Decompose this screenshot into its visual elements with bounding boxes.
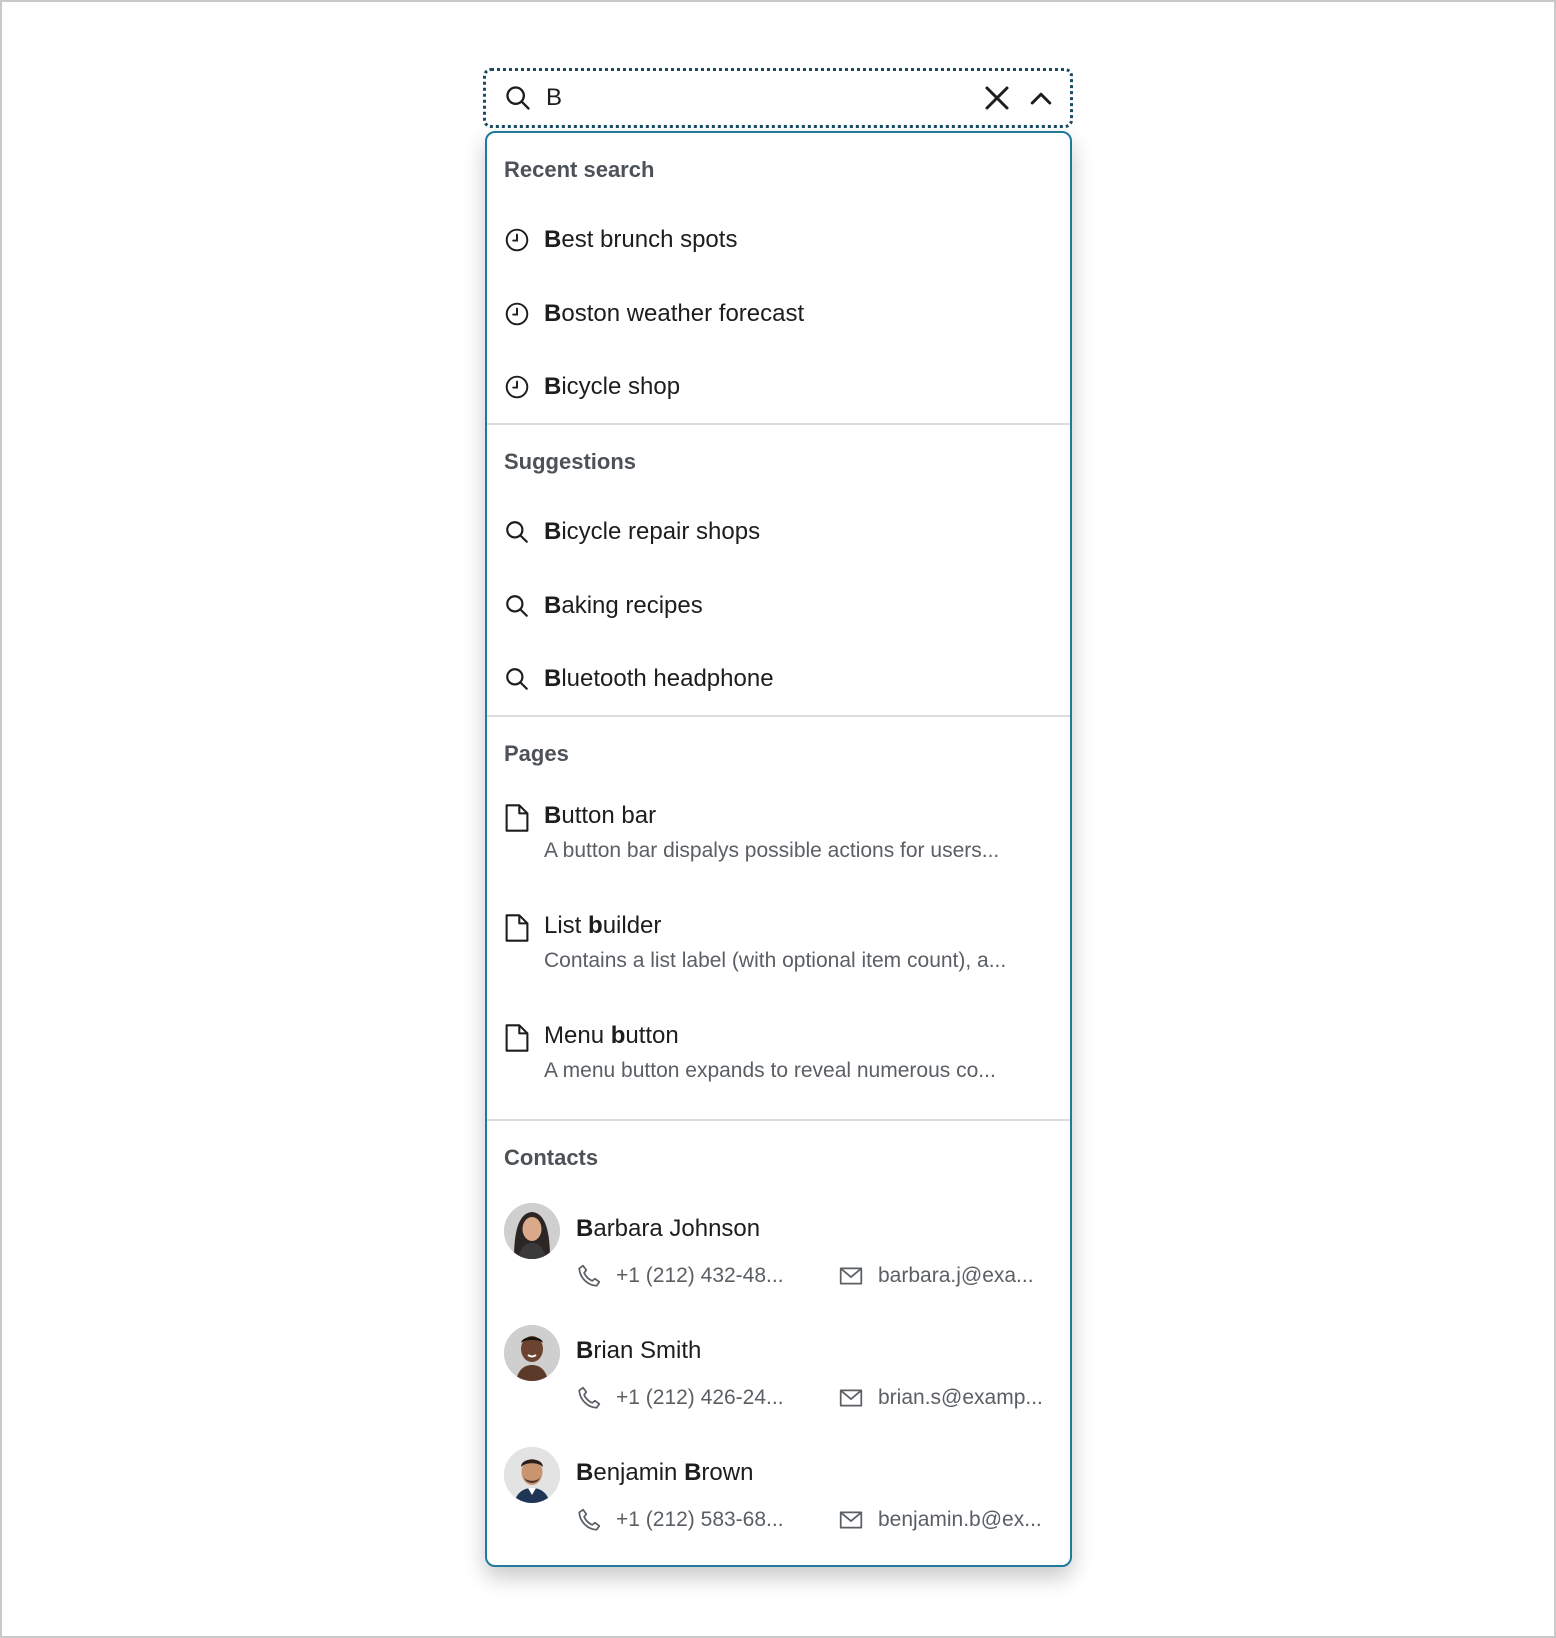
recent-search-item[interactable]: Best brunch spots — [487, 203, 1070, 277]
search-icon — [506, 521, 528, 543]
page-description: Contains a list label (with optional ite… — [544, 949, 1007, 972]
search-icon — [506, 86, 530, 110]
mail-icon — [839, 1389, 863, 1407]
search-dropdown: Recent search Best brunch spots Boston w… — [485, 131, 1072, 1567]
contacts-section: Contacts Barbara Johnson +1 (212) 432-48… — [487, 1121, 1070, 1565]
search-icon — [506, 668, 528, 690]
clock-icon — [505, 302, 529, 326]
page-result-item[interactable]: Button bar A button bar dispalys possibl… — [487, 787, 1070, 897]
phone-icon — [578, 1264, 601, 1287]
section-heading: Suggestions — [504, 449, 637, 474]
search-icon — [506, 595, 528, 617]
mail-icon — [839, 1267, 863, 1285]
page-result-item[interactable]: List builder Contains a list label (with… — [487, 897, 1070, 1007]
contact-item[interactable]: Brian Smith +1 (212) 426-24... brian.s@e… — [487, 1321, 1070, 1443]
contact-email: benjamin.b@ex... — [878, 1508, 1042, 1531]
contact-email: brian.s@examp... — [878, 1386, 1043, 1409]
item-label: Baking recipes — [544, 592, 703, 619]
contact-item[interactable]: Barbara Johnson +1 (212) 432-48... barba… — [487, 1199, 1070, 1321]
avatar — [504, 1325, 560, 1381]
contact-name: Barbara Johnson — [576, 1215, 761, 1242]
collapse-button[interactable] — [1026, 83, 1056, 113]
phone-icon — [578, 1386, 601, 1409]
contact-email: barbara.j@exa... — [878, 1264, 1034, 1287]
section-heading: Pages — [504, 741, 569, 766]
chevron-up-icon — [1030, 92, 1052, 105]
close-icon — [985, 86, 1009, 110]
search-input[interactable]: B — [546, 86, 982, 110]
contact-phone: +1 (212) 432-48... — [616, 1264, 784, 1287]
recent-search-item[interactable]: Bicycle shop — [487, 351, 1070, 423]
recent-search-item[interactable]: Boston weather forecast — [487, 277, 1070, 351]
page-title: Menu button — [544, 1022, 679, 1049]
item-label: Best brunch spots — [544, 226, 738, 253]
contact-phone: +1 (212) 426-24... — [616, 1386, 784, 1409]
document-icon — [505, 1024, 529, 1052]
section-heading: Contacts — [504, 1145, 599, 1170]
contact-item[interactable]: Benjamin Brown +1 (212) 583-68... benjam… — [487, 1443, 1070, 1565]
clock-icon — [505, 228, 529, 252]
page-result-item[interactable]: Menu button A menu button expands to rev… — [487, 1007, 1070, 1119]
suggestion-item[interactable]: Baking recipes — [487, 569, 1070, 643]
recent-search-section: Recent search Best brunch spots Boston w… — [487, 133, 1070, 425]
phone-icon — [578, 1508, 601, 1531]
item-label: Bicycle repair shops — [544, 518, 761, 545]
mail-icon — [839, 1511, 863, 1529]
suggestion-item[interactable]: Bluetooth headphone — [487, 643, 1070, 715]
item-label: Bicycle shop — [544, 373, 681, 400]
page-title: List builder — [544, 912, 662, 939]
document-icon — [505, 804, 529, 832]
item-label: Bluetooth headphone — [544, 665, 774, 692]
suggestion-item[interactable]: Bicycle repair shops — [487, 495, 1070, 569]
contact-name: Brian Smith — [576, 1337, 702, 1364]
section-heading: Recent search — [504, 157, 655, 182]
contact-name: Benjamin Brown — [576, 1459, 754, 1486]
page-title: Button bar — [544, 802, 657, 829]
item-label: Boston weather forecast — [544, 300, 805, 327]
clear-button[interactable] — [982, 83, 1012, 113]
page-description: A button bar dispalys possible actions f… — [544, 839, 1000, 862]
search-combobox[interactable]: B — [483, 68, 1073, 128]
document-icon — [505, 914, 529, 942]
page-description: A menu button expands to reveal numerous… — [544, 1059, 996, 1082]
avatar — [504, 1203, 560, 1259]
contact-phone: +1 (212) 583-68... — [616, 1508, 784, 1531]
suggestions-section: Suggestions Bicycle repair shops Baking … — [487, 425, 1070, 717]
avatar — [504, 1447, 560, 1503]
clock-icon — [505, 375, 529, 399]
pages-section: Pages Button bar A button bar dispalys p… — [487, 717, 1070, 1121]
